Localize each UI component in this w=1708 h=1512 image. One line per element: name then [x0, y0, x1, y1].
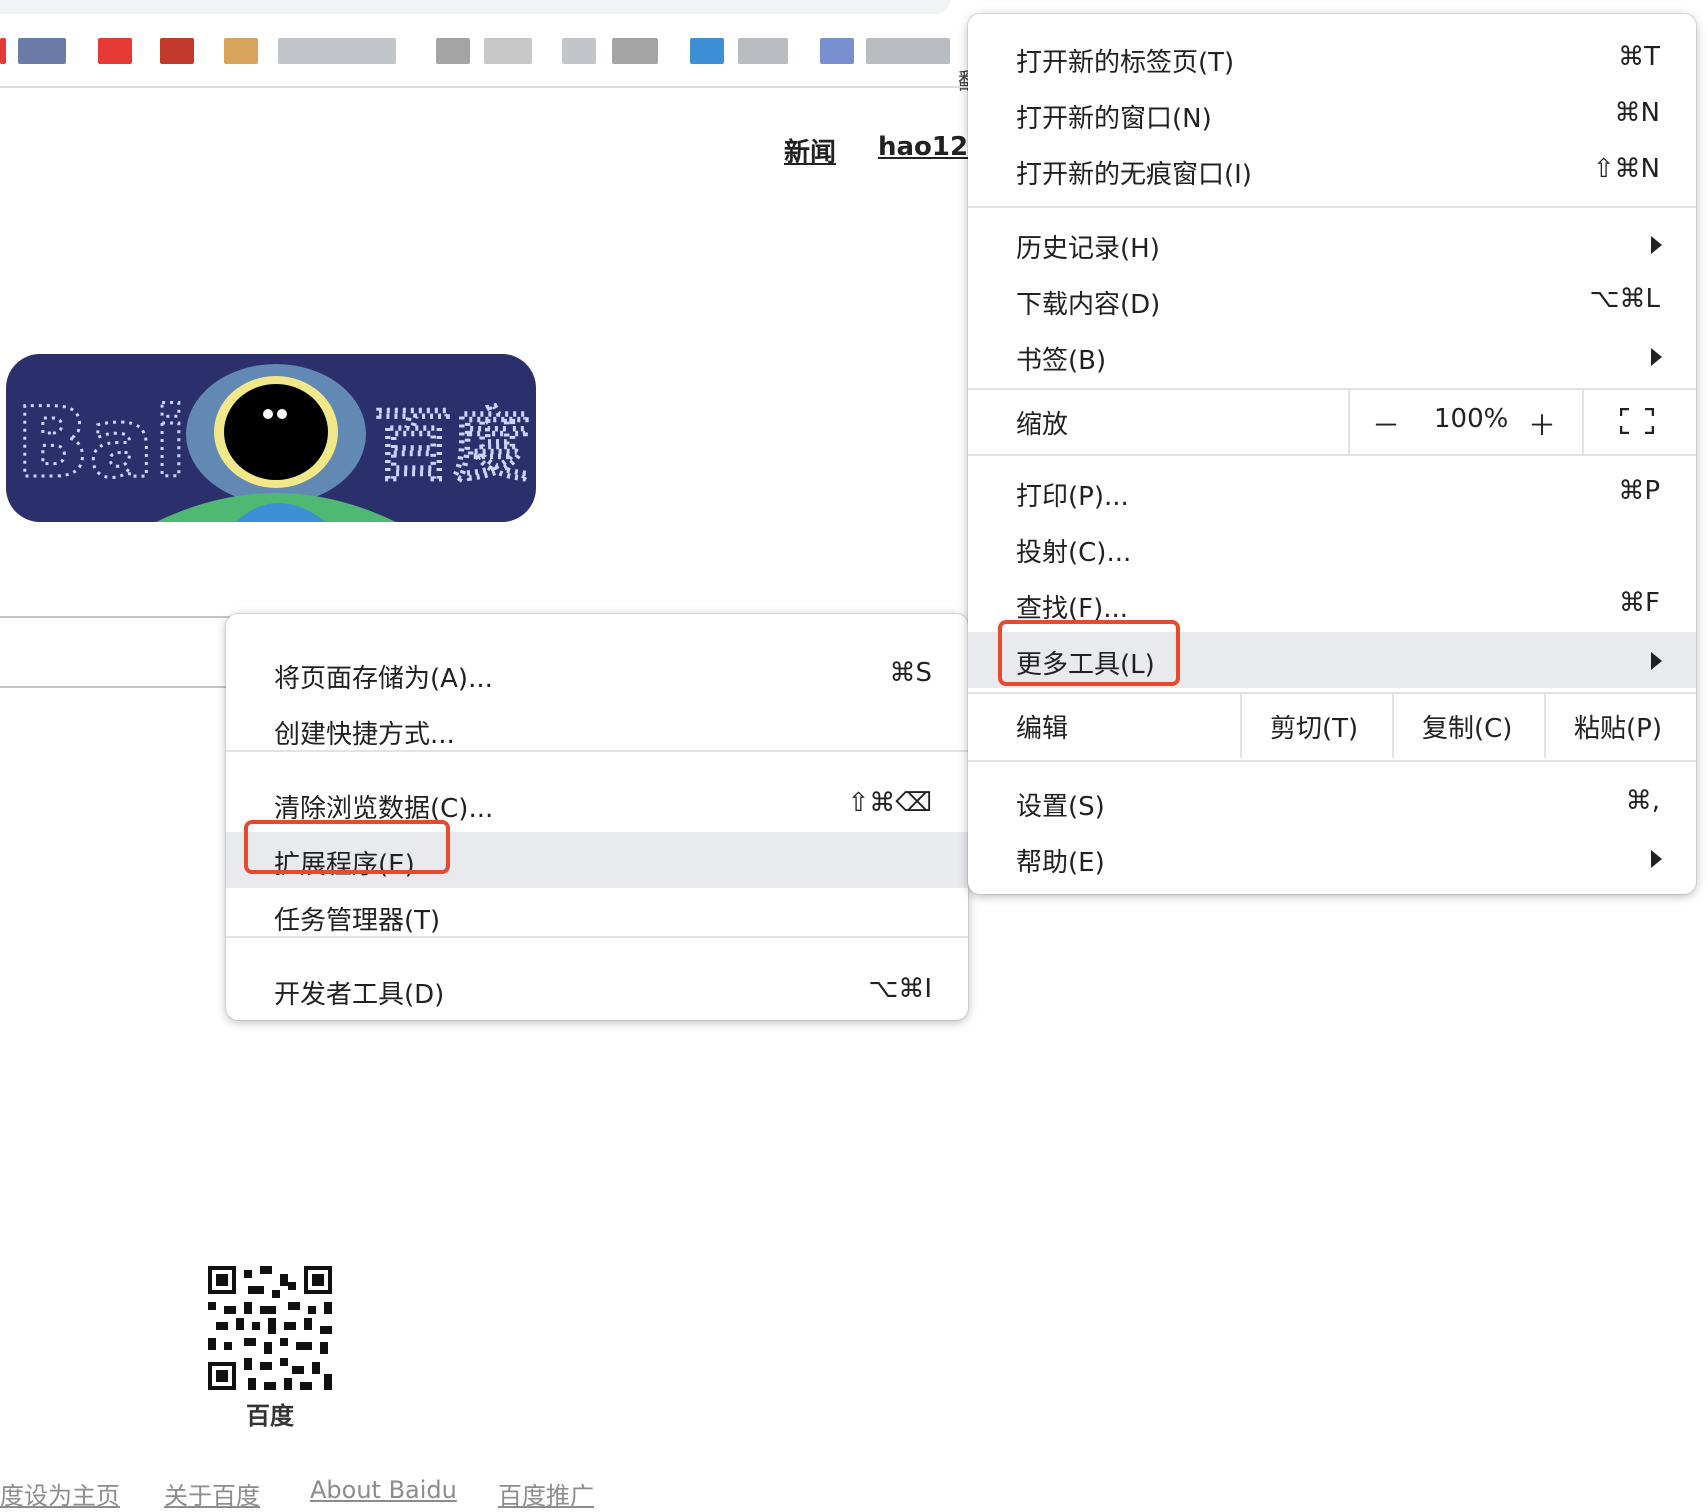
menu-item-label: 开发者工具(D) [274, 980, 445, 1010]
menu-item-downloads[interactable]: 下载内容(D) ⌥⌘L [968, 272, 1696, 328]
menu-item-print[interactable]: 打印(P)... ⌘P [968, 464, 1696, 520]
bookmark-favicon[interactable] [690, 38, 724, 64]
menu-item-label: 创建快捷方式... [274, 720, 455, 750]
zoom-row: 缩放 － 100% ＋ [968, 390, 1696, 454]
menu-item-new-window[interactable]: 打开新的窗口(N) ⌘N [968, 86, 1696, 142]
svg-text:Bai: Bai [16, 387, 187, 499]
shortcut-label: ⌥⌘I [868, 974, 932, 1004]
bookmarks-bar: 翻 [0, 28, 980, 95]
footer-link-set-homepage[interactable]: 度设为主页 [0, 1476, 120, 1511]
edit-divider [1240, 694, 1242, 758]
qr-code [208, 1266, 332, 1390]
edit-row: 编辑 剪切(T) 复制(C) 粘贴(P) [968, 694, 1696, 758]
menu-separator [226, 750, 968, 752]
submenu-arrow-icon [1651, 348, 1662, 366]
footer-link-promotion[interactable]: 百度推广 [498, 1476, 594, 1511]
edit-label: 编辑 [1016, 714, 1069, 744]
toolbar-divider [0, 86, 980, 88]
bookmark-favicon[interactable] [866, 38, 950, 64]
shortcut-label: ⌘S [889, 658, 932, 688]
menu-item-label: 打开新的无痕窗口(I) [1016, 160, 1252, 190]
menu-item-label: 历史记录(H) [1016, 234, 1160, 264]
menu-item-label: 设置(S) [1016, 792, 1105, 822]
edit-divider [1392, 694, 1394, 758]
menu-item-label: 书签(B) [1016, 346, 1107, 376]
menu-item-label: 任务管理器(T) [274, 906, 441, 936]
shortcut-label: ⌘, [1625, 786, 1660, 816]
qr-label: 百度 [246, 1402, 294, 1430]
news-link[interactable]: 新闻 [784, 132, 836, 169]
search-box-top-edge [0, 616, 230, 618]
menu-separator [968, 206, 1696, 208]
shortcut-label: ⌥⌘L [1589, 284, 1660, 314]
highlight-box-more-tools [998, 620, 1180, 686]
menu-item-history[interactable]: 历史记录(H) [968, 216, 1696, 272]
shortcut-label: ⇧⌘⌫ [847, 788, 932, 818]
bookmark-favicon[interactable] [562, 38, 596, 64]
bookmark-favicon[interactable] [18, 38, 66, 64]
menu-item-label: 下载内容(D) [1016, 290, 1161, 320]
submenu-arrow-icon [1651, 850, 1662, 868]
copy-button[interactable]: 复制(C) [1422, 708, 1512, 745]
menu-item-settings[interactable]: 设置(S) ⌘, [968, 774, 1696, 830]
bookmark-favicon[interactable] [612, 38, 658, 64]
shortcut-label: ⌘P [1618, 476, 1660, 506]
menu-item-save-page[interactable]: 将页面存储为(A)... ⌘S [226, 646, 968, 702]
menu-item-label: 打印(P)... [1016, 482, 1129, 512]
menu-separator [226, 936, 968, 938]
bookmark-favicon[interactable] [98, 38, 132, 64]
chrome-main-menu: 打开新的标签页(T) ⌘T 打开新的窗口(N) ⌘N 打开新的无痕窗口(I) ⇧… [968, 14, 1696, 894]
bookmark-favicon[interactable] [224, 38, 258, 64]
edit-divider [1544, 694, 1546, 758]
bookmark-favicon[interactable] [738, 38, 788, 64]
bookmark-favicon[interactable] [160, 38, 194, 64]
shortcut-label: ⇧⌘N [1592, 154, 1660, 184]
zoom-in-button[interactable]: ＋ [1528, 404, 1556, 444]
menu-item-new-incognito-window[interactable]: 打开新的无痕窗口(I) ⇧⌘N [968, 142, 1696, 198]
search-box-bottom-edge [0, 686, 230, 688]
more-tools-submenu: 将页面存储为(A)... ⌘S 创建快捷方式... 清除浏览数据(C)... ⇧… [226, 614, 968, 1020]
zoom-out-button[interactable]: － [1372, 404, 1400, 444]
shortcut-label: ⌘N [1614, 98, 1660, 128]
bookmark-favicon[interactable] [820, 38, 854, 64]
menu-item-label: 打开新的窗口(N) [1016, 104, 1212, 134]
baidu-doodle-logo[interactable]: Bai 百度 [6, 354, 536, 522]
submenu-arrow-icon [1651, 652, 1662, 670]
menu-item-new-tab[interactable]: 打开新的标签页(T) ⌘T [968, 30, 1696, 86]
footer-link-about[interactable]: 关于百度 [164, 1476, 260, 1511]
footer-link-about-baidu[interactable]: About Baidu [310, 1476, 457, 1504]
menu-item-bookmarks[interactable]: 书签(B) [968, 328, 1696, 384]
submenu-arrow-icon [1651, 236, 1662, 254]
menu-separator [968, 454, 1696, 456]
bookmark-favicon[interactable] [278, 38, 396, 64]
zoom-divider [1582, 390, 1584, 454]
menu-item-label: 将页面存储为(A)... [274, 664, 493, 694]
menu-item-label: 投射(C)... [1016, 538, 1132, 568]
bookmark-favicon[interactable] [0, 38, 6, 64]
toolbar-strip [0, 0, 950, 14]
menu-separator [968, 760, 1696, 762]
shortcut-label: ⌘F [1619, 588, 1660, 618]
paste-button[interactable]: 粘贴(P) [1574, 708, 1662, 745]
menu-item-cast[interactable]: 投射(C)... [968, 520, 1696, 576]
svg-text:百度: 百度 [374, 401, 530, 491]
zoom-level: 100% [1434, 404, 1509, 434]
menu-item-developer-tools[interactable]: 开发者工具(D) ⌥⌘I [226, 962, 968, 1018]
menu-item-help[interactable]: 帮助(E) [968, 830, 1696, 886]
fullscreen-icon[interactable] [1620, 408, 1654, 434]
zoom-label: 缩放 [1016, 410, 1069, 440]
cut-button[interactable]: 剪切(T) [1270, 708, 1358, 745]
menu-item-label: 打开新的标签页(T) [1016, 48, 1235, 78]
bookmark-favicon[interactable] [484, 38, 532, 64]
shortcut-label: ⌘T [1618, 42, 1660, 72]
highlight-box-extensions [244, 820, 450, 874]
zoom-divider [1348, 390, 1350, 454]
bookmark-favicon[interactable] [436, 38, 470, 64]
menu-item-label: 帮助(E) [1016, 848, 1105, 878]
